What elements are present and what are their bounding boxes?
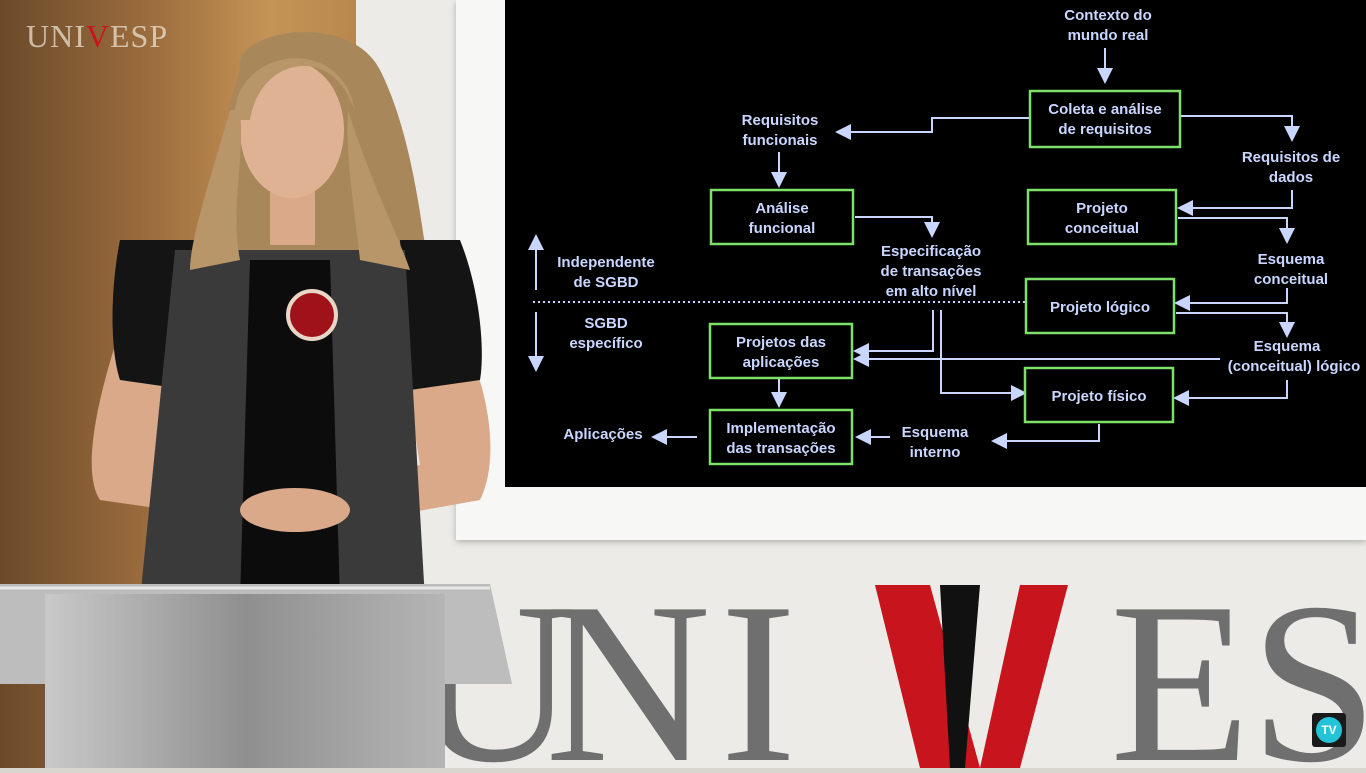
label-implementacao-2: das transações — [726, 440, 835, 457]
label-sgbd-2: específico — [569, 335, 642, 352]
label-esquema-interno-2: interno — [910, 444, 961, 461]
label-conceitual-1: Projeto — [1076, 200, 1128, 217]
label-especificacao-1: Especificação — [881, 243, 981, 260]
label-esquema-logico-1: Esquema — [1254, 338, 1321, 355]
label-projeto-logico: Projeto lógico — [1050, 299, 1150, 316]
label-analise-2: funcional — [749, 220, 816, 237]
label-req-funcionais-2: funcionais — [742, 132, 817, 149]
logo-letter-i: I — [720, 560, 797, 768]
label-esquema-conceitual-2: conceitual — [1254, 271, 1328, 288]
label-contexto-2: mundo real — [1068, 27, 1149, 44]
logo-letter-e: E — [1110, 560, 1251, 768]
presenter — [80, 10, 500, 610]
label-req-funcionais-1: Requisitos — [742, 112, 819, 129]
univesp-wall-logo: U N I E S — [420, 560, 1366, 768]
label-projetos-aplicacoes-1: Projetos das — [736, 334, 826, 351]
label-esquema-logico-2: (conceitual) lógico — [1228, 358, 1361, 375]
label-especificacao-2: de transações — [881, 263, 982, 280]
label-req-dados-1: Requisitos de — [1242, 149, 1340, 166]
label-conceitual-2: conceitual — [1065, 220, 1139, 237]
database-design-diagram: Contexto do mundo real Coleta e análise … — [528, 7, 1361, 466]
box-coleta — [1028, 89, 1182, 149]
logo-letter-s: S — [1250, 560, 1366, 768]
label-contexto-1: Contexto do — [1064, 7, 1152, 24]
label-analise-1: Análise — [755, 200, 808, 217]
label-independente-2: de SGBD — [573, 274, 638, 291]
logo-letter-n: N — [545, 560, 711, 768]
label-independente-1: Independente — [557, 254, 655, 271]
label-projetos-aplicacoes-2: aplicações — [743, 354, 820, 371]
label-coleta-2: de requisitos — [1058, 121, 1151, 138]
label-req-dados-2: dados — [1269, 169, 1313, 186]
label-implementacao-1: Implementação — [726, 420, 835, 437]
channel-badge: TV — [1312, 713, 1346, 747]
logo-v-mark — [875, 585, 1068, 768]
label-aplicacoes: Aplicações — [563, 426, 642, 443]
label-esquema-interno-1: Esquema — [902, 424, 969, 441]
presentation-screen: Contexto do mundo real Coleta e análise … — [505, 0, 1366, 487]
label-esquema-conceitual-1: Esquema — [1258, 251, 1325, 268]
tv-icon: TV — [1316, 717, 1342, 743]
label-coleta-1: Coleta e análise — [1048, 101, 1161, 118]
label-sgbd-1: SGBD — [584, 315, 628, 332]
label-especificacao-3: em alto nível — [886, 283, 977, 300]
label-projeto-fisico: Projeto físico — [1051, 388, 1146, 405]
podium — [0, 584, 512, 768]
